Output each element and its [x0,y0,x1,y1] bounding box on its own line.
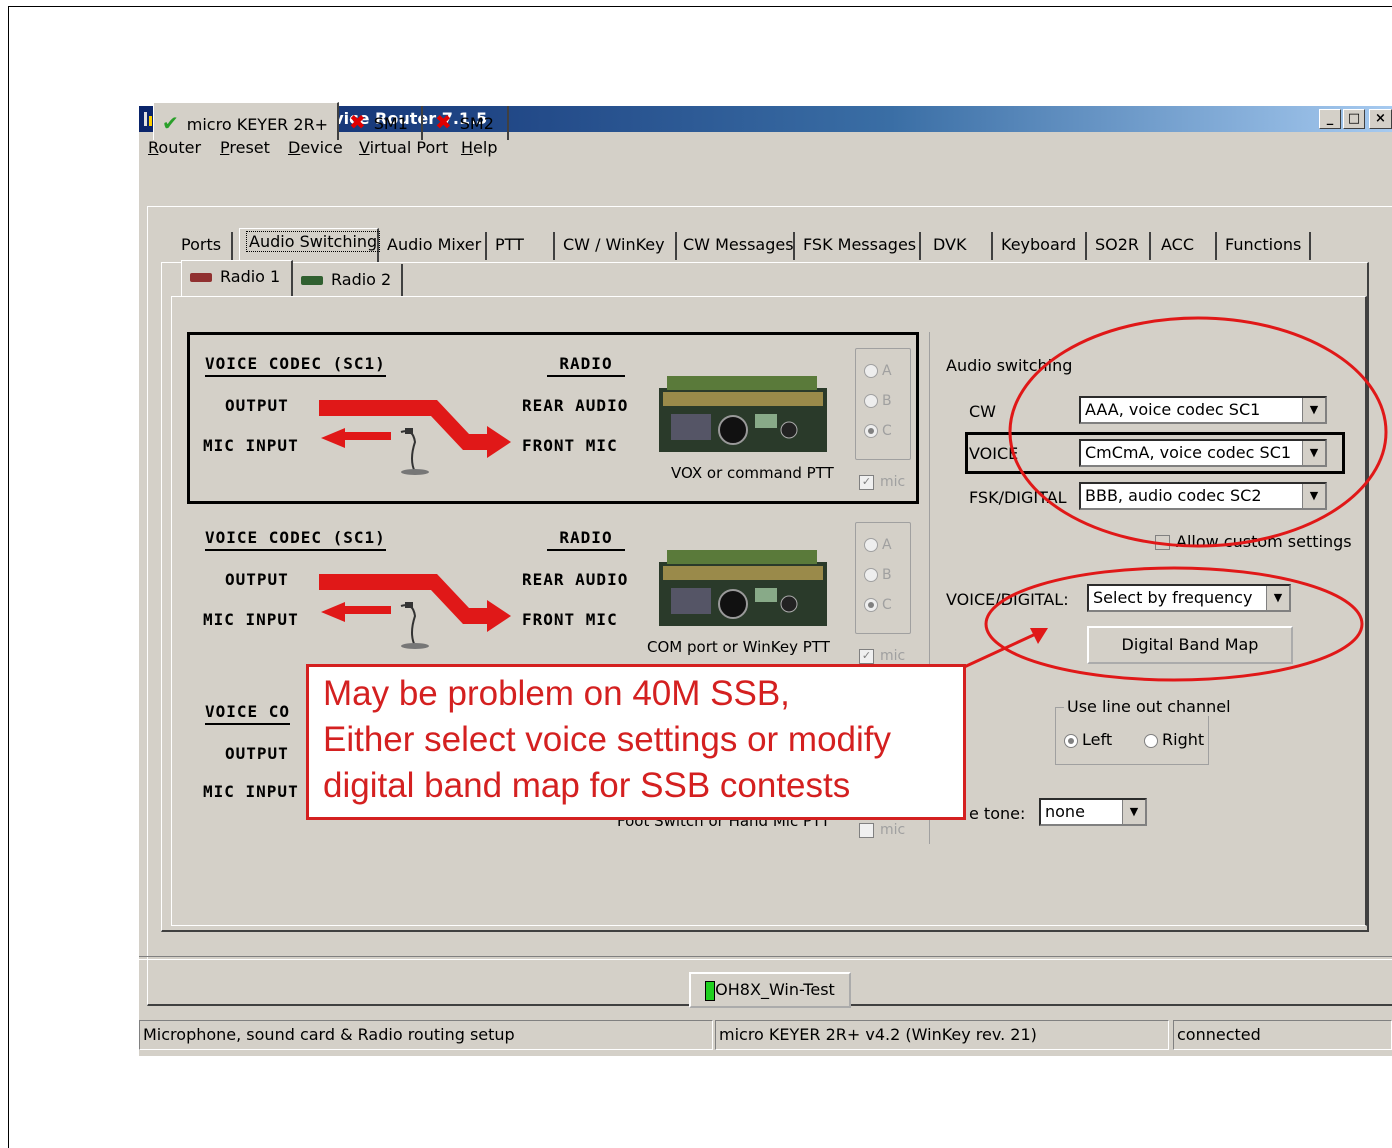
annotation-overlay [961,316,1388,682]
highlight-circle-audio [1008,316,1388,548]
annotation-line-2: Either select voice settings or modify [323,720,892,759]
annotation-callout: May be problem on 40M SSB, Either select… [306,664,966,820]
annotation-line-3: digital band map for SSB contests [323,766,851,805]
annotation-line-1: May be problem on 40M SSB, [323,674,790,713]
callout-pointer [961,630,1041,670]
highlight-circle-voice-digital [984,566,1364,682]
